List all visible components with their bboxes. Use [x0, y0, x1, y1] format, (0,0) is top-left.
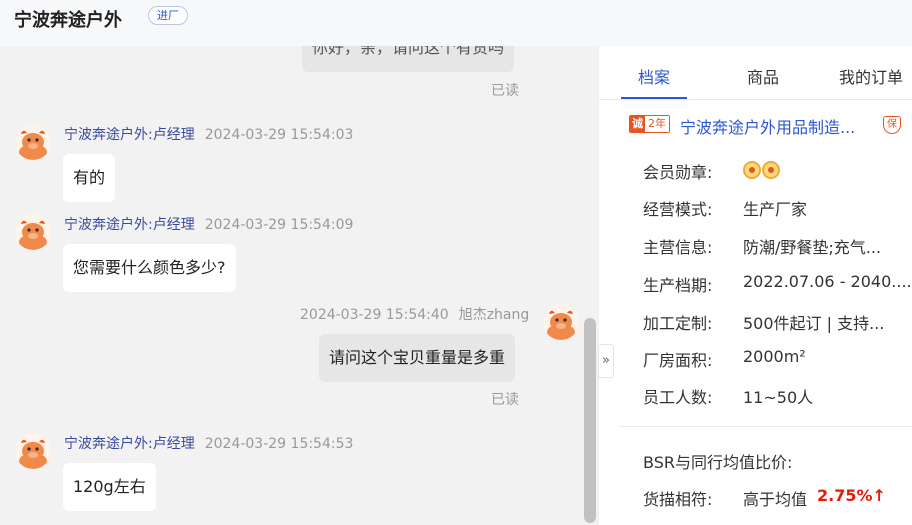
message-bubble: 你好，亲，请问这个有货吗	[302, 46, 515, 72]
cartoon-bull-avatar-icon	[15, 124, 51, 160]
message-meta: 宁波奔途户外:卢经理 2024-03-29 15:54:09	[64, 214, 353, 234]
info-value: 2022.07.06 - 2040....	[743, 272, 912, 291]
avatar[interactable]	[543, 304, 579, 340]
message-meta: 2024-03-29 15:54:40 旭杰zhang	[300, 304, 529, 324]
tab-profile[interactable]: 档案	[638, 64, 670, 88]
integrity-icon: 诚	[630, 116, 645, 132]
message-meta: 宁波奔途户外:卢经理 2024-03-29 15:54:03	[64, 124, 353, 144]
bsr-title: BSR与同行均值比价:	[643, 453, 793, 472]
shop-info-panel: 档案 商品 我的订单 诚 2年 宁波奔途户外用品制造... 保 会员勋章: 经营模…	[598, 46, 912, 525]
info-value: 500件起订 | 支持...	[743, 314, 885, 333]
info-value: 防潮/野餐垫;充气...	[743, 238, 882, 257]
section-divider	[619, 426, 912, 427]
cartoon-bull-avatar-icon	[15, 433, 51, 469]
avatar[interactable]	[15, 124, 51, 160]
cartoon-bull-avatar-icon	[15, 214, 51, 250]
message-bubble: 有的	[63, 154, 116, 202]
message-time: 2024-03-29 15:54:53	[204, 436, 354, 452]
message-meta: 宁波奔途户外:卢经理 2024-03-29 15:54:53	[64, 433, 353, 453]
avatar[interactable]	[15, 433, 51, 469]
match-label: 货描相符:	[643, 490, 713, 509]
info-label: 员工人数:	[643, 388, 713, 407]
chat-header: 宁波奔途户外 进厂	[0, 0, 912, 46]
message-time: 2024-03-29 15:54:40	[300, 307, 449, 323]
info-label: 主营信息:	[643, 238, 713, 257]
tab-products[interactable]: 商品	[747, 64, 779, 88]
sender-name: 旭杰zhang	[458, 307, 530, 323]
info-value: 生产厂家	[743, 200, 808, 219]
company-row[interactable]: 诚 2年 宁波奔途户外用品制造... 保	[629, 112, 909, 138]
enter-factory-badge[interactable]: 进厂	[148, 6, 188, 25]
message-time: 2024-03-29 15:54:09	[204, 217, 354, 233]
company-name-link[interactable]: 宁波奔途户外用品制造...	[680, 114, 855, 138]
medal-icon	[743, 161, 761, 179]
match-percent: 2.75%↑	[817, 486, 886, 505]
info-label: 经营模式:	[643, 200, 713, 219]
double-chevron-right-icon[interactable]: »	[598, 344, 614, 378]
integrity-badge: 诚 2年	[629, 115, 670, 133]
shop-title[interactable]: 宁波奔途户外	[14, 6, 122, 32]
sender-name: 宁波奔途户外:卢经理	[64, 127, 195, 143]
info-value: 2000m²	[743, 347, 806, 366]
message-time: 2024-03-29 15:54:03	[204, 127, 354, 143]
chat-scrollbar-thumb[interactable]	[584, 318, 596, 523]
tab-my-orders[interactable]: 我的订单	[839, 64, 903, 88]
cartoon-bull-avatar-icon	[543, 304, 579, 340]
message-bubble: 请问这个宝贝重量是多重	[319, 334, 516, 382]
active-tab-indicator	[621, 97, 687, 99]
sender-name: 宁波奔途户外:卢经理	[64, 436, 195, 452]
read-status: 已读	[491, 392, 519, 408]
member-medals[interactable]	[743, 161, 780, 179]
chat-message-list[interactable]: 你好，亲，请问这个有货吗 已读 宁波奔途户外:卢经理 2024-03-29 15:…	[0, 46, 598, 525]
info-label: 加工定制:	[643, 314, 713, 333]
match-value: 高于均值	[743, 490, 808, 509]
medal-icon	[762, 161, 780, 179]
message-bubble: 120g左右	[63, 463, 156, 511]
sender-name: 宁波奔途户外:卢经理	[64, 217, 195, 233]
info-value: 11~50人	[743, 388, 814, 407]
message-bubble: 您需要什么颜色多少?	[63, 244, 236, 292]
integrity-years: 2年	[645, 116, 669, 132]
read-status: 已读	[491, 83, 519, 99]
info-label: 生产档期:	[643, 276, 713, 295]
info-label: 会员勋章:	[643, 163, 713, 182]
avatar[interactable]	[15, 214, 51, 250]
panel-tabs: 档案 商品 我的订单	[599, 46, 912, 100]
info-label: 厂房面积:	[643, 351, 713, 370]
shield-guarantee-icon[interactable]: 保	[883, 116, 901, 134]
